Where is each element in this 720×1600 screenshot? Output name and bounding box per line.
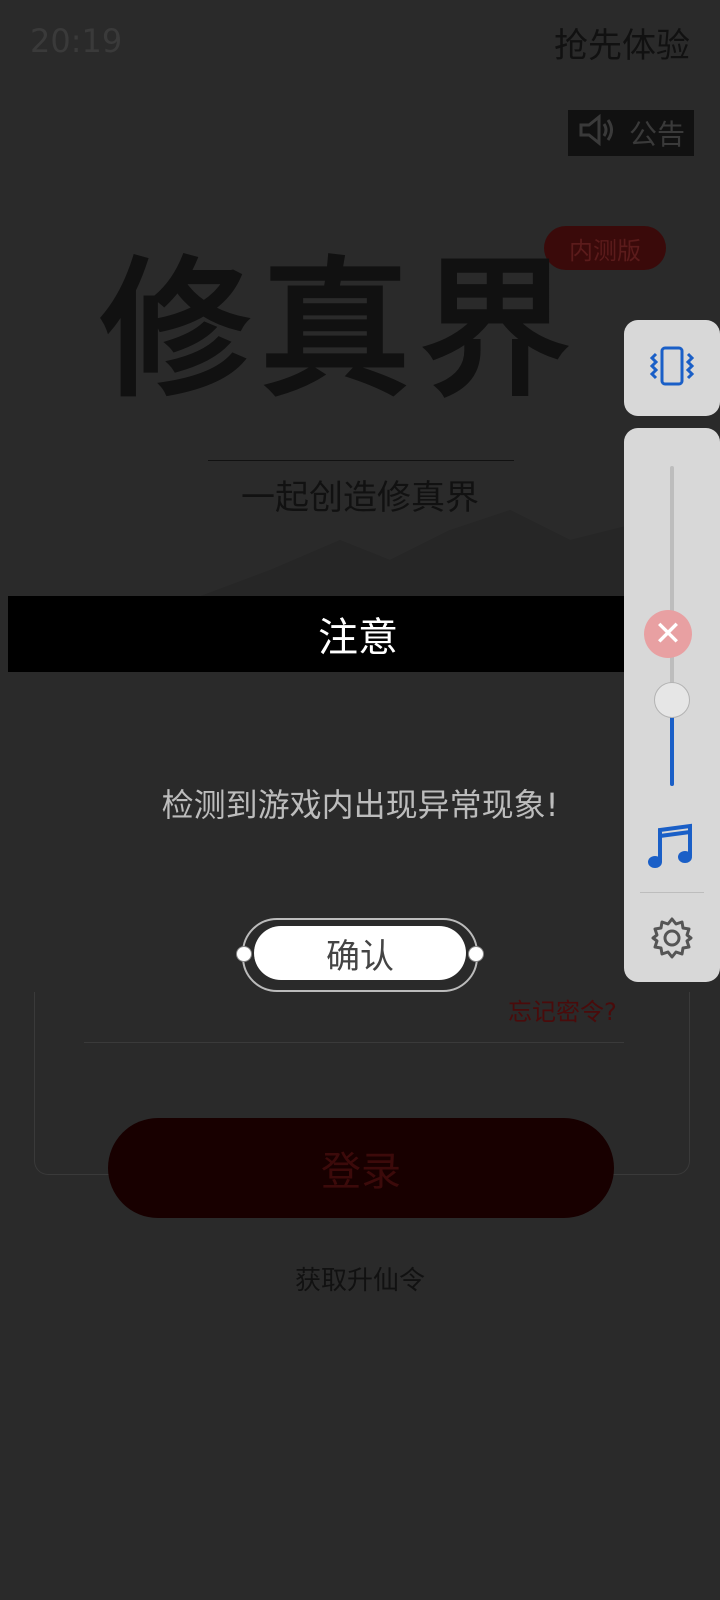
announcement-label: 公告 — [628, 118, 685, 151]
dialog-message: 检测到游戏内出现异常现象! — [161, 786, 559, 824]
tagline-divider — [208, 460, 514, 461]
dialog-title: 注意 — [318, 615, 398, 661]
dialog-header: 注意 — [8, 596, 712, 672]
vibrate-toggle[interactable] — [624, 320, 720, 416]
login-button[interactable]: 登录 — [108, 1118, 614, 1218]
get-token-link[interactable]: 获取升仙令 — [260, 1260, 460, 1297]
game-logo: 修真界 — [100, 242, 581, 418]
status-time: 20:19 — [30, 22, 123, 60]
confirm-ornament-left — [236, 946, 252, 962]
speaker-icon — [577, 113, 617, 154]
vibrate-icon — [646, 344, 698, 392]
volume-slider-knob[interactable] — [654, 682, 690, 718]
gear-icon[interactable] — [650, 916, 694, 960]
close-icon[interactable]: ✕ — [644, 610, 692, 658]
mountain-decoration — [190, 510, 650, 600]
music-note-icon[interactable] — [646, 822, 696, 872]
early-access-button[interactable]: 抢先体验 — [554, 18, 690, 67]
announcement-button[interactable]: 公告 — [568, 110, 694, 156]
panel-divider — [640, 892, 704, 893]
input-underline — [84, 1042, 624, 1043]
confirm-ornament-right — [468, 946, 484, 962]
confirm-button[interactable]: 确认 — [254, 926, 466, 980]
forgot-password-link[interactable]: 忘记密令? — [508, 992, 617, 1027]
